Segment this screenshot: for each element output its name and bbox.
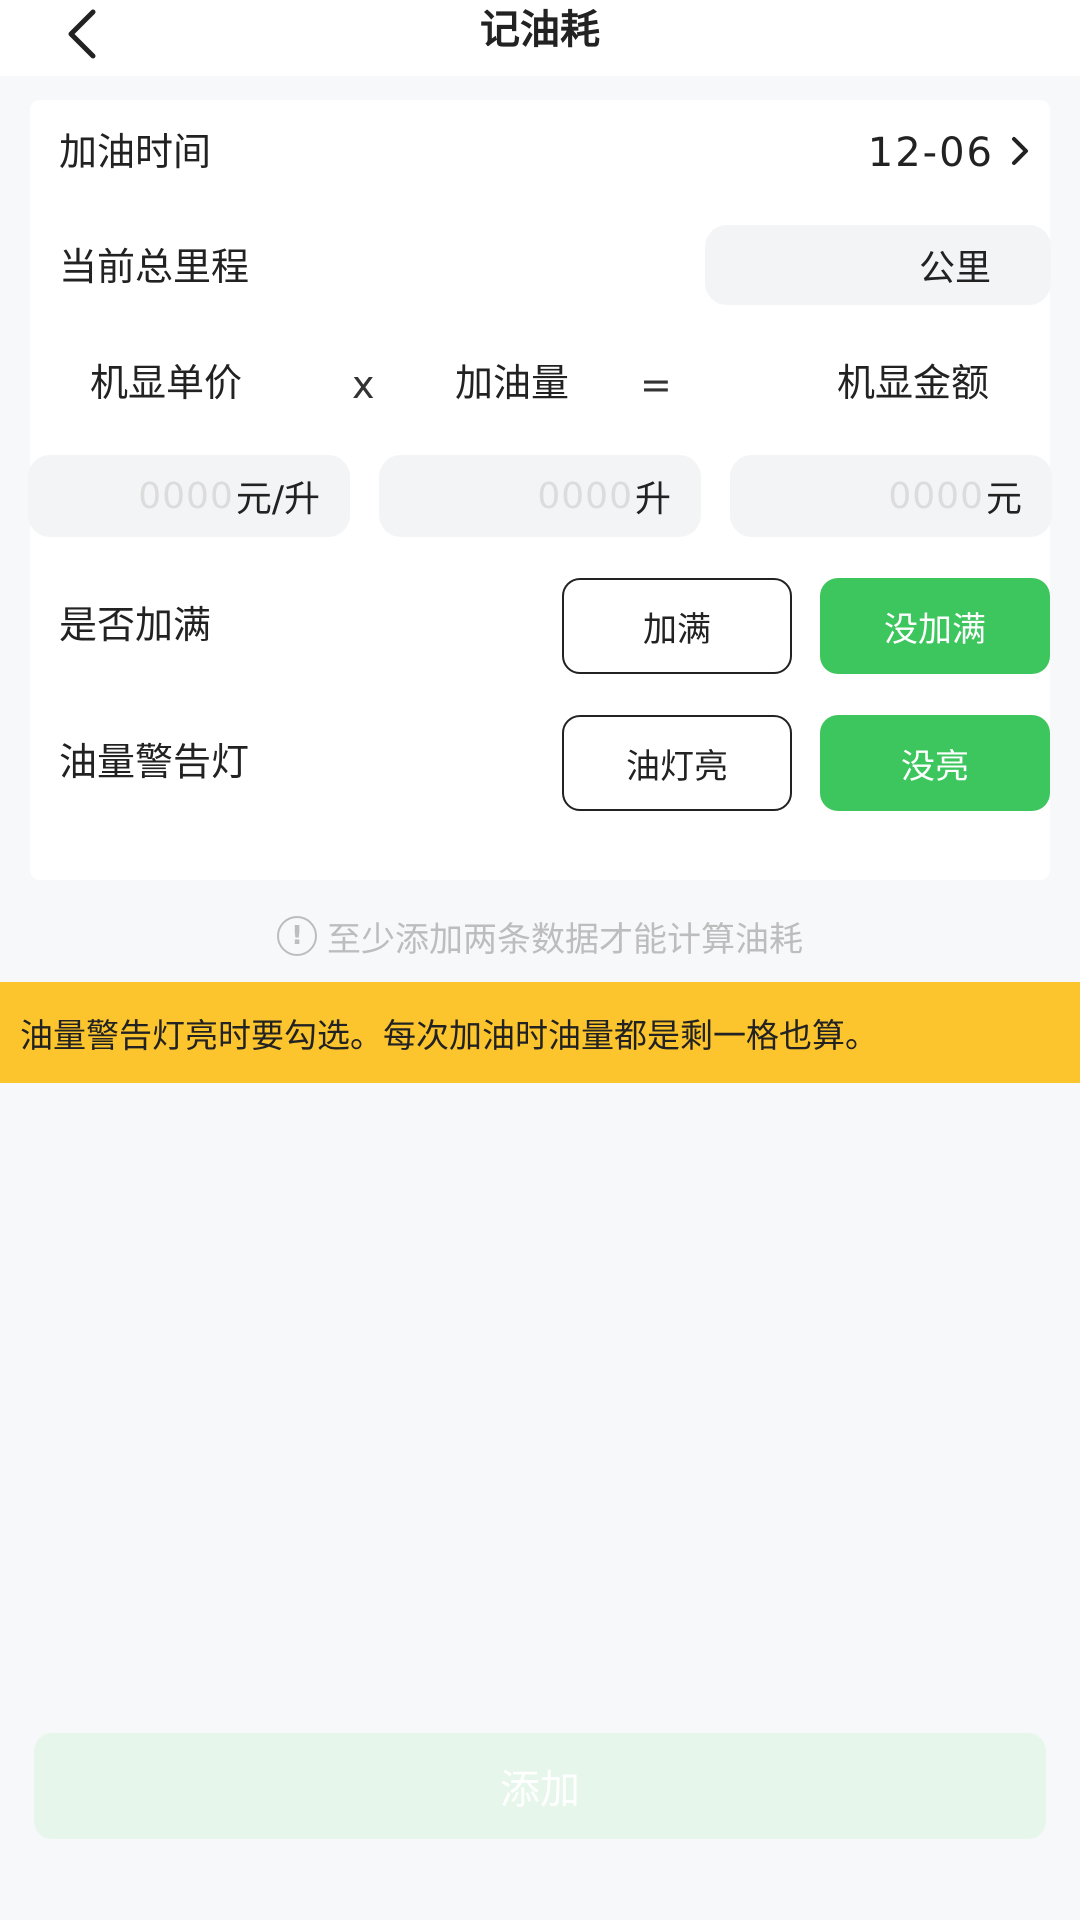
warning-light-on-button[interactable]: 油灯亮 <box>562 715 792 811</box>
unit-price-input[interactable] <box>101 474 236 518</box>
tip-banner-text: 油量警告灯亮时要勾选。每次加油时油量都是剩一格也算。 <box>20 1015 878 1055</box>
full-tank-label: 是否加满 <box>59 603 212 647</box>
full-tank-yes-button[interactable]: 加满 <box>562 578 792 674</box>
mileage-label: 当前总里程 <box>59 245 250 289</box>
unit-price-header: 机显单价 <box>90 361 243 405</box>
hint-row: ! 至少添加两条数据才能计算油耗 <box>0 908 1080 964</box>
amount-input[interactable] <box>851 474 986 518</box>
amount-field[interactable]: 元 <box>730 455 1052 537</box>
tip-banner: 油量警告灯亮时要勾选。每次加油时油量都是剩一格也算。 <box>0 982 1080 1083</box>
full-tank-no-button[interactable]: 没加满 <box>820 578 1050 674</box>
mileage-input[interactable] <box>754 243 919 287</box>
hint-text: 至少添加两条数据才能计算油耗 <box>327 919 803 960</box>
unit-price-field[interactable]: 元/升 <box>28 455 350 537</box>
warning-light-off-button[interactable]: 没亮 <box>820 715 1050 811</box>
volume-input[interactable] <box>500 474 635 518</box>
equals-sign: = <box>640 363 672 407</box>
amount-unit: 元 <box>985 479 1022 520</box>
add-button[interactable]: 添加 <box>34 1733 1046 1839</box>
amount-header: 机显金额 <box>837 361 990 405</box>
volume-field[interactable]: 升 <box>379 455 701 537</box>
header-bar: 记油耗 <box>0 0 1080 76</box>
unit-price-unit: 元/升 <box>235 479 320 520</box>
warning-light-label: 油量警告灯 <box>59 740 250 784</box>
refuel-time-label: 加油时间 <box>59 130 212 174</box>
multiply-sign: x <box>352 363 375 407</box>
page-title: 记油耗 <box>480 7 600 53</box>
mileage-field[interactable]: 公里 <box>705 225 1051 305</box>
refuel-date-picker[interactable]: 12-06 <box>868 128 1030 178</box>
info-icon: ! <box>277 916 317 956</box>
refuel-date-value: 12-06 <box>867 130 994 176</box>
chevron-right-icon <box>1010 135 1030 171</box>
mileage-unit: 公里 <box>918 248 991 289</box>
volume-header: 加油量 <box>455 361 570 405</box>
volume-unit: 升 <box>634 479 671 520</box>
